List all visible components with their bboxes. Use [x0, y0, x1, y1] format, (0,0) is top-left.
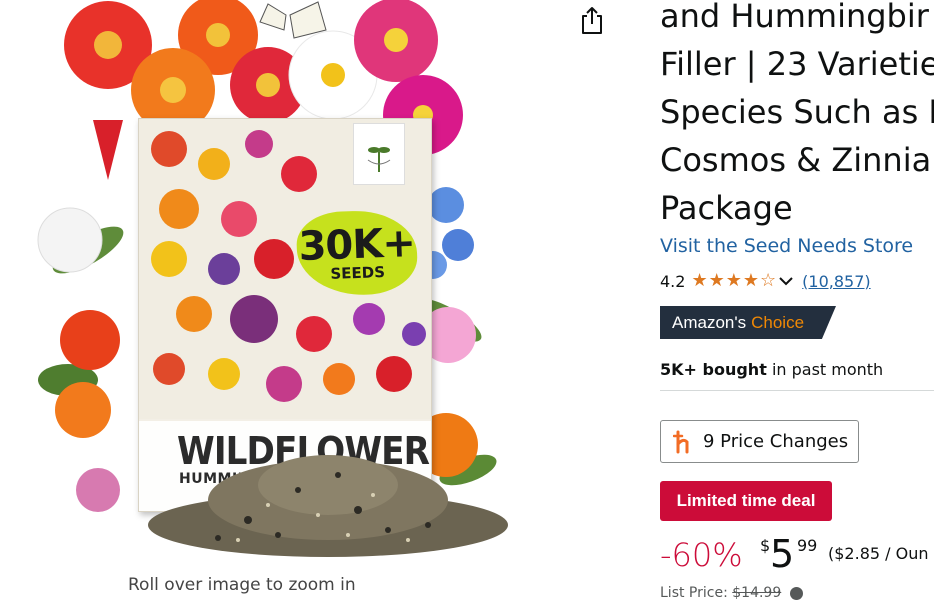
share-icon [582, 7, 602, 34]
seed-count-unit: SEEDS [330, 263, 386, 283]
list-price-row: List Price: $14.99 [660, 585, 803, 601]
price-currency-symbol: $ [760, 536, 771, 555]
share-button[interactable] [577, 4, 607, 36]
price-whole: 5 [770, 532, 795, 576]
seed-needs-logo [353, 123, 405, 185]
chevron-down-icon[interactable] [778, 275, 794, 287]
discount-percentage: -60% [660, 536, 743, 574]
deal-label: Limited time deal [676, 491, 816, 510]
product-title-line: Species Such as B [660, 93, 934, 131]
store-link[interactable]: Visit the Seed Needs Store [660, 235, 913, 257]
list-price-label: List Price: [660, 585, 728, 601]
list-price-value: $14.99 [732, 585, 782, 601]
bought-in-past-month: 5K+ bought in past month [660, 360, 883, 379]
rating-count-link[interactable]: (10,857) [802, 272, 870, 291]
star-full-icon: ★ [742, 270, 760, 291]
rating-row: 4.2 ★ ★ ★ ★ ☆ (10,857) [660, 270, 871, 292]
price-fraction: 99 [797, 536, 818, 555]
bought-count: 5K+ bought [660, 360, 767, 379]
badge-word-amazons: Amazon's [672, 312, 747, 332]
divider [660, 390, 934, 391]
star-empty-icon: ☆ [760, 270, 777, 291]
badge-word-choice: Choice [751, 312, 805, 332]
amazons-choice-badge[interactable]: Amazon's Choice [660, 306, 836, 339]
product-title-line: and Hummingbir [660, 0, 929, 35]
limited-time-deal-badge: Limited time deal [660, 481, 832, 521]
price-changes-label: 9 Price Changes [703, 431, 849, 452]
product-image[interactable]: 30K+ SEEDS WILDFLOWERS HUMMINGBIRD [28, 0, 508, 565]
honey-h-icon [673, 430, 689, 453]
seed-pile-graphic [148, 455, 508, 557]
star-full-icon: ★ [708, 270, 725, 291]
unit-price: ($2.85 / Oun [828, 544, 929, 563]
product-title-line: Filler | 23 Varietie [660, 45, 934, 83]
star-full-icon: ★ [691, 270, 708, 291]
rating-value: 4.2 [660, 271, 686, 291]
info-icon[interactable] [789, 586, 803, 600]
bought-period: in past month [771, 360, 884, 379]
zoom-hint: Roll over image to zoom in [128, 575, 356, 595]
seed-count-text: 30K+ [297, 219, 416, 271]
star-full-icon: ★ [725, 270, 742, 291]
price-changes-button[interactable]: 9 Price Changes [660, 420, 859, 463]
product-title-line: Package [660, 189, 793, 227]
product-title-line: Cosmos & Zinnia [660, 141, 932, 179]
star-rating[interactable]: ★ ★ ★ ★ ☆ [691, 272, 777, 290]
